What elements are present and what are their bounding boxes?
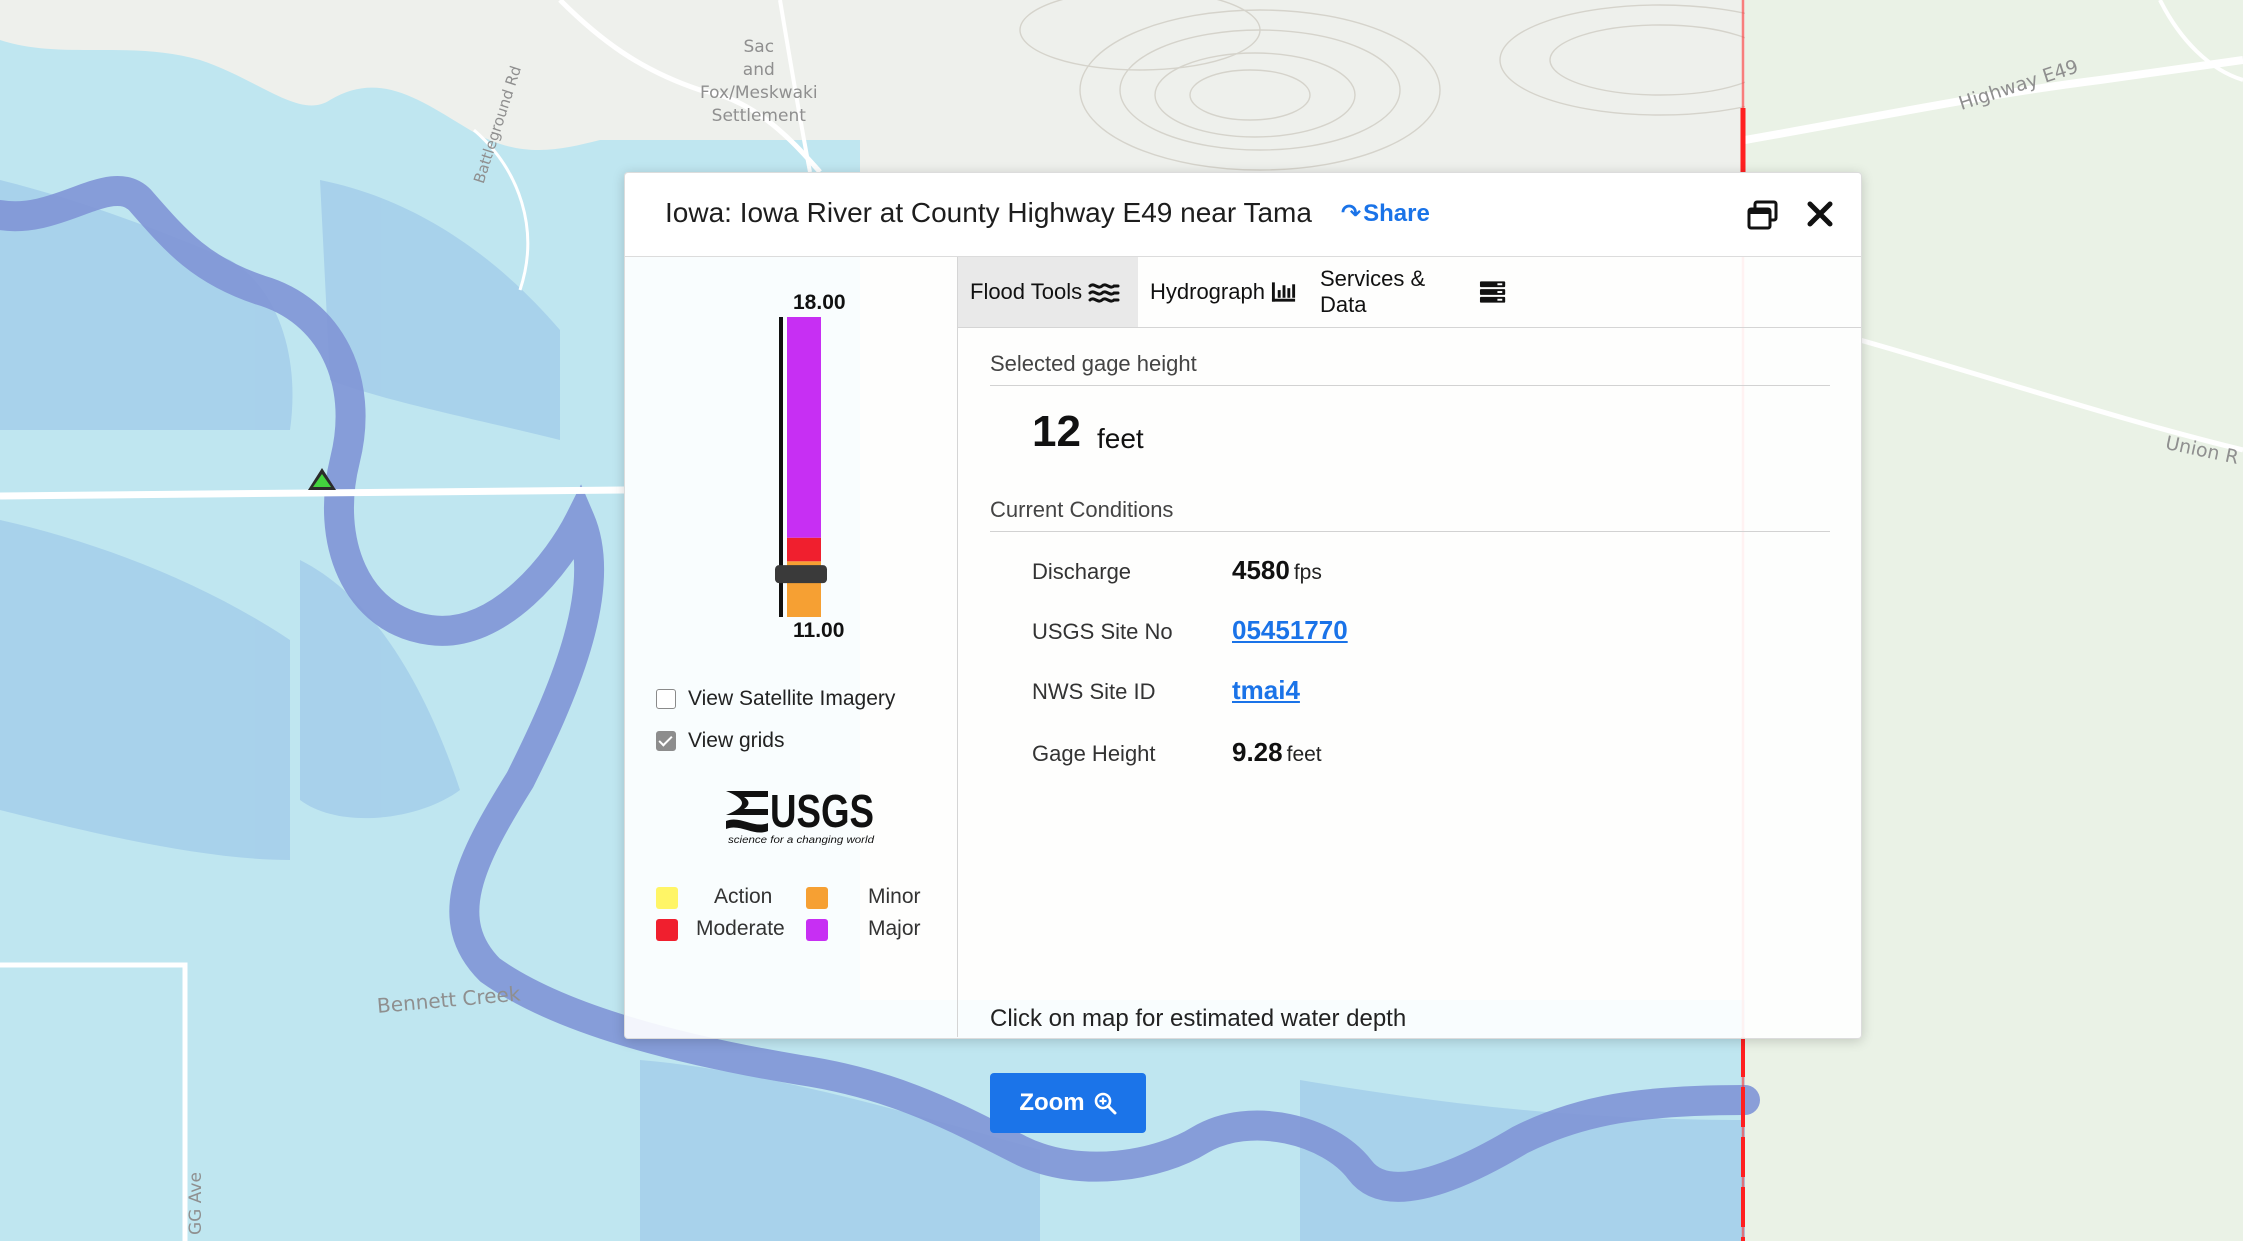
usgs-site-no-label: USGS Site No: [1032, 619, 1173, 644]
zoom-label: Zoom: [1019, 1089, 1085, 1116]
flood-level-panel: 18.00 11.00 View Satellite Imagery View …: [625, 257, 958, 1037]
gage-height-value: 9.28: [1232, 737, 1283, 767]
usgs-site-no-link[interactable]: 05451770: [1232, 615, 1348, 645]
share-arrow-icon: ↷: [1341, 200, 1362, 227]
usgs-logo: USGS science for a changing world: [726, 785, 874, 846]
legend-swatch-minor: [806, 887, 828, 909]
gauge-min-label: 11.00: [793, 619, 845, 642]
grids-label: View grids: [688, 729, 785, 752]
satellite-toggle[interactable]: View Satellite Imagery: [656, 687, 895, 711]
selected-gage-unit: feet: [1097, 423, 1144, 454]
selected-gage-heading: Selected gage height: [990, 351, 1830, 386]
legend-label-major: Major: [868, 917, 921, 940]
gage-height-label: Gage Height: [1032, 741, 1156, 766]
discharge-label: Discharge: [1032, 559, 1132, 584]
legend-swatch-major: [806, 919, 828, 941]
nws-site-id-row: tmai4: [1232, 675, 1300, 706]
settlement-line-3: Fox/Meskwaki: [700, 83, 818, 103]
window-restore-icon[interactable]: [1745, 197, 1781, 233]
gauge-segment-major: [787, 317, 821, 538]
settlement-line-4: Settlement: [711, 106, 806, 126]
tab-flood-tools-label: Flood Tools: [970, 279, 1083, 304]
gauge-segment-moderate: [787, 537, 821, 562]
close-icon[interactable]: [1801, 195, 1839, 233]
waves-icon: [1088, 283, 1120, 303]
grids-toggle[interactable]: View grids: [656, 729, 785, 753]
tab-flood-tools[interactable]: Flood Tools: [958, 257, 1138, 327]
tab-hydrograph-label: Hydrograph: [1150, 279, 1265, 304]
zoom-button[interactable]: Zoom: [990, 1073, 1146, 1133]
popup-tabs: Flood Tools Hydrograph Services & Data: [958, 257, 1861, 328]
gage-height-row: 9.28 feet: [1232, 737, 1322, 768]
server-icon: [1479, 281, 1506, 303]
map-label-gg-ave: GG Ave: [186, 1172, 206, 1235]
selected-gage-value: 12: [1032, 407, 1081, 456]
tab-services-data[interactable]: Services & Data: [1308, 257, 1518, 327]
legend-swatch-action: [656, 887, 678, 909]
gauge-bar[interactable]: [625, 257, 957, 647]
flood-gauge[interactable]: 18.00 11.00: [625, 257, 957, 647]
popup-header: Iowa: Iowa River at County Highway E49 n…: [625, 173, 1861, 257]
satellite-checkbox[interactable]: [656, 689, 676, 709]
share-label: Share: [1363, 200, 1430, 227]
gage-height-unit: feet: [1286, 743, 1322, 766]
legend-label-action: Action: [714, 885, 773, 908]
usgs-site-no-row: 05451770: [1232, 615, 1348, 646]
current-conditions-heading: Current Conditions: [990, 497, 1830, 532]
zoom-in-icon: [1094, 1092, 1117, 1115]
nws-site-id-link[interactable]: tmai4: [1232, 675, 1300, 705]
share-link[interactable]: ↷Share: [1341, 199, 1430, 228]
discharge-unit: fps: [1293, 561, 1322, 584]
tab-hydrograph[interactable]: Hydrograph: [1138, 257, 1308, 327]
settlement-line-2: and: [742, 60, 775, 80]
gage-popup: Iowa: Iowa River at County Highway E49 n…: [624, 172, 1862, 1133]
water-depth-hint: Click on map for estimated water depth: [990, 1005, 1407, 1032]
discharge-value-row: 4580 fps: [1232, 555, 1322, 586]
nws-site-id-label: NWS Site ID: [1032, 679, 1156, 704]
settlement-line-1: Sac: [743, 37, 775, 57]
gauge-slider-handle[interactable]: [775, 565, 827, 584]
legend-label-minor: Minor: [868, 885, 921, 908]
legend-label-moderate: Moderate: [696, 917, 785, 940]
tab-services-data-label: Services & Data: [1320, 266, 1426, 317]
discharge-value: 4580: [1232, 555, 1290, 585]
map-label-settlement: Sac and Fox/Meskwaki Settlement: [700, 36, 818, 128]
grids-checkbox[interactable]: [656, 731, 676, 751]
bar-chart-icon: [1271, 282, 1296, 302]
satellite-label: View Satellite Imagery: [688, 687, 896, 710]
usgs-logo-tagline: science for a changing world: [728, 835, 874, 846]
usgs-logo-text: USGS: [770, 785, 874, 837]
popup-title: Iowa: Iowa River at County Highway E49 n…: [665, 197, 1312, 228]
legend-swatch-moderate: [656, 919, 678, 941]
